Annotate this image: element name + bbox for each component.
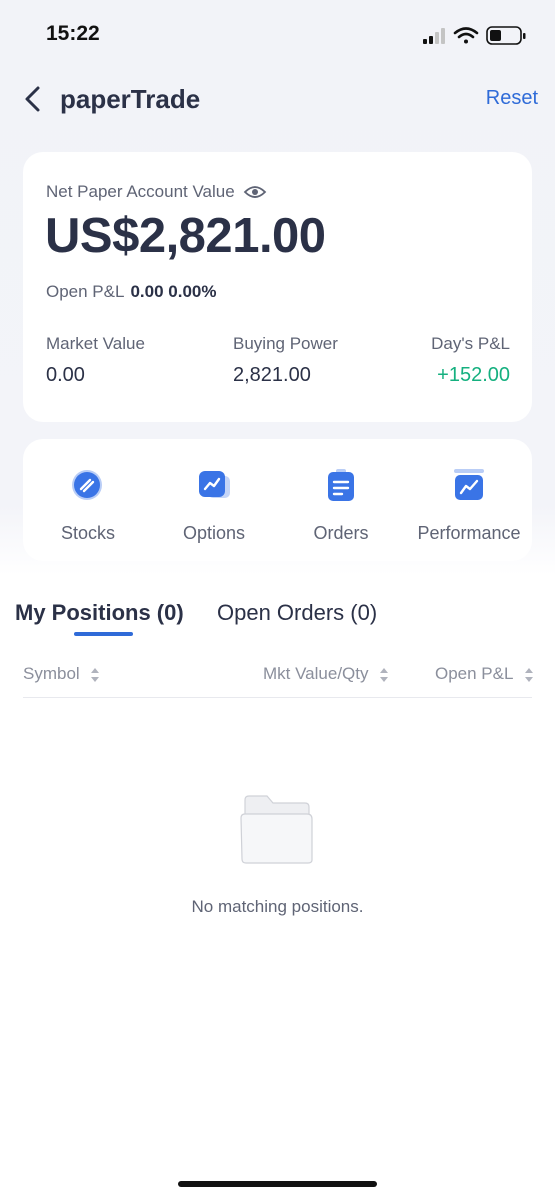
home-indicator[interactable] (178, 1181, 377, 1187)
page-title: paperTrade (60, 84, 201, 114)
account-summary-card: Net Paper Account Value US$2,821.00 Open… (23, 152, 532, 422)
back-chevron-icon[interactable] (18, 82, 50, 116)
active-tab-indicator (74, 632, 133, 636)
account-value: US$2,821.00 (45, 209, 326, 263)
column-label: Symbol (23, 664, 80, 683)
market-value-stat: Market Value 0.00 (46, 334, 145, 387)
sort-icon (380, 667, 389, 682)
eye-icon[interactable] (243, 184, 267, 200)
status-bar: 15:22 (0, 0, 555, 72)
cellular-signal-icon (423, 28, 445, 44)
action-label: Options (182, 523, 246, 543)
action-label: Orders (313, 523, 369, 543)
sort-icon (524, 667, 533, 682)
stat-value: 2,821.00 (233, 364, 311, 386)
sort-icon (91, 667, 100, 682)
buying-power-stat: Buying Power 2,821.00 (233, 334, 338, 387)
nav-bar: paperTrade Reset (0, 72, 555, 128)
column-header-mkt-value[interactable]: Mkt Value/Qty (263, 664, 389, 684)
status-icons (423, 26, 526, 45)
stocks-icon (72, 470, 102, 500)
options-icon (199, 471, 230, 498)
stat-value: 0.00 (46, 364, 85, 386)
stat-value: +152.00 (437, 364, 510, 386)
open-pl-row: Open P&L 0.00 0.00% (46, 282, 216, 302)
performance-icon (454, 469, 484, 500)
action-label: Stocks (60, 523, 116, 543)
tab-open-orders[interactable]: Open Orders (0) (217, 600, 377, 626)
orders-icon (328, 469, 354, 501)
account-value-label: Net Paper Account Value (46, 182, 235, 201)
quick-actions-card: Stocks Options Orders Performance (23, 439, 532, 561)
column-label: Mkt Value/Qty (263, 664, 369, 683)
empty-state-message: No matching positions. (191, 897, 364, 916)
stat-label: Market Value (46, 334, 145, 353)
stat-label: Day's P&L (431, 334, 510, 353)
stocks-action[interactable]: Stocks (23, 467, 153, 544)
column-header-symbol[interactable]: Symbol (23, 664, 100, 684)
open-pl-label: Open P&L (46, 282, 125, 301)
action-label: Performance (417, 523, 521, 543)
account-value-label-row: Net Paper Account Value (46, 182, 267, 202)
stat-label: Buying Power (233, 334, 338, 353)
status-time: 15:22 (46, 22, 100, 45)
wifi-icon (453, 27, 479, 44)
orders-action[interactable]: Orders (276, 467, 406, 544)
column-label: Open P&L (435, 664, 513, 683)
reset-button[interactable]: Reset (486, 87, 538, 110)
options-action[interactable]: Options (149, 467, 279, 544)
battery-icon (486, 26, 526, 45)
performance-action[interactable]: Performance (404, 467, 534, 544)
tab-my-positions[interactable]: My Positions (0) (15, 600, 184, 626)
empty-folder-icon (240, 795, 313, 864)
open-pl-value: 0.00 0.00% (130, 282, 217, 301)
table-header-divider (23, 697, 532, 698)
days-pl-stat: Day's P&L +152.00 (431, 334, 510, 387)
column-header-open-pl[interactable]: Open P&L (435, 664, 534, 684)
